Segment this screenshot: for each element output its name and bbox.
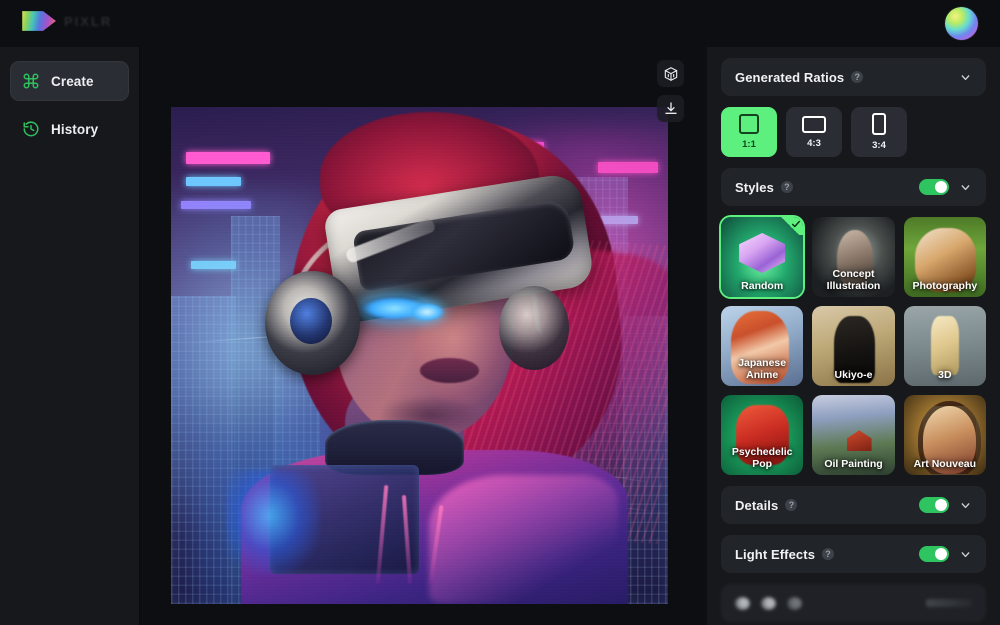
style-card-japanese-anime[interactable]: Japanese Anime [721, 306, 804, 386]
section-obscured[interactable] [721, 584, 986, 622]
ratio-option-4-3[interactable]: 4:3 [786, 107, 842, 157]
right-panel: Generated Ratios ? 1:1 4:3 3:4 Styles ? … [707, 47, 1000, 625]
generated-image[interactable] [171, 107, 668, 604]
chevron-down-icon[interactable] [959, 548, 972, 561]
sidebar-item-history[interactable]: History [10, 109, 129, 149]
style-label: Concept Illustration [826, 268, 881, 292]
style-card-oil-painting[interactable]: Oil Painting [812, 395, 895, 475]
section-title: Details [735, 497, 779, 513]
logo-icon [22, 11, 56, 31]
sidebar: Create History [0, 47, 140, 625]
section-generated-ratios[interactable]: Generated Ratios ? [721, 58, 986, 96]
section-details[interactable]: Details ? [721, 486, 986, 524]
chevron-down-icon[interactable] [959, 181, 972, 194]
help-icon[interactable]: ? [785, 499, 798, 511]
style-card-3d[interactable]: 3D [903, 306, 986, 386]
styles-grid: Random Concept Illustration Photography … [721, 217, 986, 475]
style-label: Photography [912, 280, 978, 292]
sidebar-item-label: History [51, 121, 99, 137]
brand[interactable]: PIXLR [22, 8, 112, 34]
section-title: Light Effects [735, 546, 816, 562]
square-glyph-icon [739, 114, 759, 134]
ratio-option-3-4[interactable]: 3:4 [851, 107, 907, 157]
chevron-down-icon[interactable] [959, 71, 972, 84]
ratio-options: 1:1 4:3 3:4 [721, 107, 986, 157]
styles-toggle[interactable] [919, 179, 949, 195]
style-card-psychedelic-pop[interactable]: Psychedelic Pop [721, 395, 804, 475]
obscured-text [926, 599, 972, 607]
help-icon[interactable]: ? [822, 548, 835, 560]
style-card-art-nouveau[interactable]: Art Nouveau [903, 395, 986, 475]
style-label: Oil Painting [824, 458, 883, 470]
section-title: Styles [735, 179, 774, 195]
help-icon [787, 596, 802, 610]
help-icon[interactable]: ? [780, 181, 793, 193]
command-icon [22, 72, 40, 90]
chevron-down-icon[interactable] [959, 499, 972, 512]
style-label: Japanese Anime [738, 357, 787, 381]
landscape-glyph-icon [802, 115, 826, 133]
check-icon [781, 217, 804, 235]
style-label: Psychedelic Pop [731, 446, 793, 470]
style-label: Random [741, 280, 784, 292]
style-label: Art Nouveau [913, 458, 977, 470]
download-icon[interactable] [657, 95, 684, 122]
style-card-random[interactable]: Random [721, 217, 804, 297]
artwork-scanlines [171, 107, 668, 604]
ratio-label: 3:4 [872, 140, 886, 151]
ratio-label: 1:1 [742, 139, 756, 150]
brand-wordmark: PIXLR [64, 13, 113, 29]
section-title: Generated Ratios [735, 69, 845, 85]
style-card-concept-illustration[interactable]: Concept Illustration [812, 217, 895, 297]
canvas-area [140, 47, 707, 625]
obscured-icon [735, 596, 750, 610]
app-root: PIXLR Create History Generated Ratios ? … [0, 0, 1000, 625]
light-effects-toggle[interactable] [919, 546, 949, 562]
artwork [171, 107, 668, 604]
style-card-photography[interactable]: Photography [903, 217, 986, 297]
obscured-icon [761, 596, 776, 610]
avatar[interactable] [945, 7, 978, 40]
top-bar: PIXLR [0, 0, 1000, 47]
ratio-label: 4:3 [807, 137, 821, 149]
3d-cube-icon[interactable] [657, 60, 684, 87]
sidebar-item-label: Create [51, 73, 94, 89]
style-card-ukiyo-e[interactable]: Ukiyo-e [812, 306, 895, 386]
section-styles[interactable]: Styles ? [721, 168, 986, 206]
portrait-glyph-icon [872, 113, 886, 135]
style-label: 3D [938, 369, 952, 381]
details-toggle[interactable] [919, 497, 949, 513]
clock-rewind-icon [22, 120, 40, 138]
ratio-option-1-1[interactable]: 1:1 [721, 107, 777, 157]
help-icon[interactable]: ? [851, 71, 864, 83]
canvas-toolbar [657, 60, 684, 122]
section-light-effects[interactable]: Light Effects ? [721, 535, 986, 573]
style-label: Ukiyo-e [834, 369, 873, 381]
sidebar-item-create[interactable]: Create [10, 61, 129, 101]
